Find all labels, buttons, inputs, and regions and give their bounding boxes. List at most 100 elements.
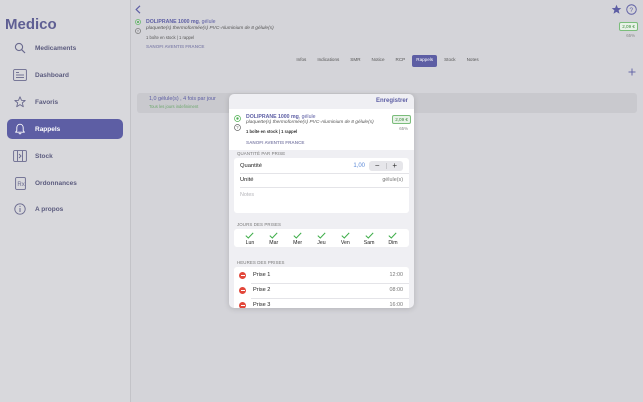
delete-prise-icon[interactable] — [239, 286, 246, 294]
checkmark-icon — [245, 231, 254, 239]
sidebar-item-rappels[interactable]: Rappels — [7, 119, 123, 139]
prise-time[interactable]: 16:00 — [390, 302, 404, 308]
sidebar-item-label: Stock — [35, 152, 53, 160]
add-reminder-icon[interactable] — [628, 67, 636, 79]
star-icon — [13, 95, 27, 109]
prise-label: Prise 2 — [253, 287, 271, 293]
tab-rcp[interactable]: RCP — [392, 55, 410, 67]
day-label: Jeu — [317, 240, 326, 246]
checkmark-icon — [388, 231, 398, 239]
sidebar: Medico Medicaments Dashboard Favoris Rap… — [0, 0, 131, 402]
svg-text:Rx: Rx — [17, 181, 24, 187]
prise-row[interactable]: Prise 3 16:00 — [239, 300, 403, 308]
sidebar-item-ordonnances[interactable]: Rx Ordonnances — [7, 173, 123, 193]
sidebar-item-favoris[interactable]: Favoris — [7, 92, 123, 112]
bell-icon — [13, 122, 27, 136]
prise-label: Prise 3 — [253, 302, 271, 308]
available-icon — [234, 115, 241, 122]
sidebar-item-label: Favoris — [35, 98, 59, 106]
notes-placeholder: Notes — [240, 191, 255, 198]
search-icon — [13, 41, 27, 55]
day-label: Dim — [388, 240, 398, 246]
svg-text:?: ? — [236, 125, 239, 130]
sidebar-item-stock[interactable]: Stock — [7, 146, 123, 166]
dashboard-icon — [13, 68, 27, 82]
prescription-status-icon: ? — [135, 28, 141, 34]
app-title: Medico — [5, 16, 57, 33]
sidebar-item-label: Medicaments — [35, 44, 77, 52]
price-badge: 2,09 € — [392, 115, 411, 124]
checkmark-icon — [269, 231, 278, 239]
stock-icon — [13, 149, 27, 163]
days-selector: Lun Mar Mer Jeu Ven Sam Dim — [234, 231, 409, 246]
tab-smr[interactable]: SMR — [346, 55, 364, 67]
days-section-header: JOURS DES PRISES — [237, 222, 282, 227]
day-label: Lun — [245, 240, 255, 246]
sidebar-item-label: Rappels — [35, 125, 61, 133]
unit-label: Unité — [240, 177, 254, 183]
day-toggle-lun[interactable]: Lun — [240, 231, 260, 246]
day-toggle-dim[interactable]: Dim — [383, 231, 403, 246]
checkmark-icon — [293, 231, 302, 239]
prescription-status-icon: ? — [234, 124, 241, 131]
drug-tabs: Infos Indications SMR Notice RCP Rappels… — [132, 55, 643, 67]
tab-rappels[interactable]: Rappels — [412, 55, 438, 67]
sidebar-item-dashboard[interactable]: Dashboard — [7, 65, 123, 85]
day-toggle-sam[interactable]: Sam — [359, 231, 379, 246]
sidebar-item-label: A propos — [35, 205, 64, 213]
price-badge: 2,09 € — [619, 22, 638, 31]
checkmark-icon — [341, 231, 350, 239]
drug-packaging: plaquette(s) thermoformée(s) PVC-Alumini… — [246, 120, 374, 125]
drug-lab: SANOFI AVENTIS FRANCE — [246, 140, 305, 145]
drug-title: DOLIPRANE 1000 mg, gélule — [146, 19, 216, 25]
quantity-card: Quantité 1,00 − + Unité gélule(s) Notes — [234, 158, 409, 213]
quantity-row: Quantité 1,00 − + — [240, 160, 403, 171]
unit-value: gélule(s) — [382, 177, 403, 183]
svg-text:?: ? — [137, 29, 139, 33]
drug-stock: 1 boîte en stock | 1 rappel — [146, 35, 195, 40]
prescription-icon: Rx — [13, 176, 27, 190]
tab-infos[interactable]: Infos — [292, 55, 310, 67]
sidebar-item-a-propos[interactable]: A propos — [7, 199, 123, 219]
drug-status-icons: ? — [135, 19, 141, 34]
available-icon — [135, 19, 141, 25]
back-chevron-icon[interactable] — [135, 3, 141, 17]
quantity-section-header: QUANTITÉ PAR PRISE — [237, 151, 286, 156]
decrement-button[interactable]: − — [369, 161, 386, 171]
delete-prise-icon[interactable] — [239, 271, 246, 279]
unit-row[interactable]: Unité gélule(s) — [240, 174, 403, 186]
notes-field[interactable]: Notes — [240, 189, 403, 200]
drug-stock: 1 boîte en stock | 1 rappel — [246, 129, 298, 134]
drug-status-icons: ? — [234, 115, 241, 131]
svg-text:?: ? — [629, 7, 633, 14]
tab-notes[interactable]: Notes — [463, 55, 483, 67]
save-button[interactable]: Enregistrer — [376, 98, 408, 104]
modal-drug-header: ? DOLIPRANE 1000 mg, gélule plaquette(s)… — [229, 109, 414, 150]
prise-row[interactable]: Prise 1 12:00 — [239, 270, 403, 280]
hours-card: Prise 1 12:00 Prise 2 08:00 Prise 3 16:0… — [234, 267, 409, 308]
sidebar-item-label: Ordonnances — [35, 179, 77, 187]
reimbursement-rate: 65% — [399, 126, 408, 131]
drug-header: ? DOLIPRANE 1000 mg, gélule plaquette(s)… — [132, 16, 643, 54]
prise-time[interactable]: 12:00 — [390, 272, 404, 278]
sidebar-item-medicaments[interactable]: Medicaments — [7, 38, 123, 58]
tab-stock[interactable]: Stock — [440, 55, 460, 67]
prise-time[interactable]: 08:00 — [390, 287, 404, 293]
days-card: Lun Mar Mer Jeu Ven Sam Dim — [234, 229, 409, 247]
tab-indications[interactable]: Indications — [313, 55, 343, 67]
day-toggle-mer[interactable]: Mer — [288, 231, 308, 246]
quantity-stepper[interactable]: − + — [369, 160, 404, 171]
reminder-edit-modal: Enregistrer ? DOLIPRANE 1000 mg, gélule … — [229, 94, 414, 308]
day-toggle-ven[interactable]: Ven — [335, 231, 355, 246]
day-label: Mer — [293, 240, 303, 246]
delete-prise-icon[interactable] — [239, 301, 246, 308]
checkmark-icon — [317, 231, 326, 239]
tab-notice[interactable]: Notice — [368, 55, 389, 67]
day-toggle-mar[interactable]: Mar — [264, 231, 284, 246]
day-label: Sam — [363, 240, 375, 246]
day-toggle-jeu[interactable]: Jeu — [311, 231, 331, 246]
increment-button[interactable]: + — [387, 161, 404, 171]
reimbursement-rate: 65% — [626, 33, 635, 38]
quantity-label: Quantité — [240, 162, 262, 169]
prise-row[interactable]: Prise 2 08:00 — [239, 285, 403, 295]
